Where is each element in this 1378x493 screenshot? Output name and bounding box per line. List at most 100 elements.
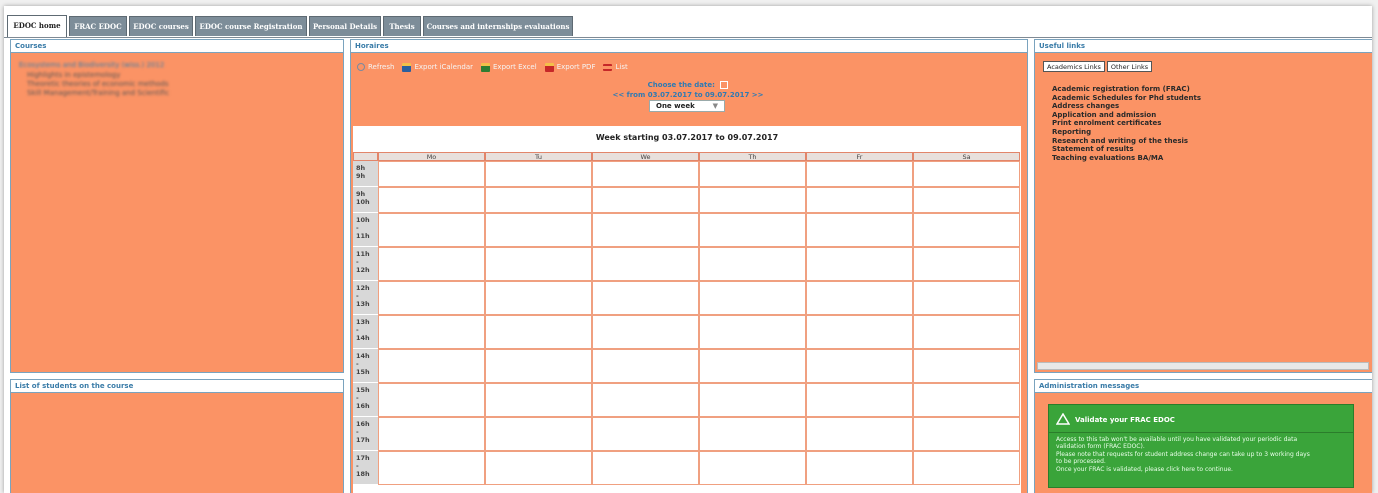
- course-item[interactable]: Skill Management/Training and Scientific: [27, 89, 343, 97]
- useful-link[interactable]: Reporting: [1052, 128, 1372, 137]
- calendar-cell[interactable]: [806, 451, 913, 485]
- calendar-cell[interactable]: [913, 349, 1020, 383]
- calendar-cell[interactable]: [806, 247, 913, 281]
- calendar-cell[interactable]: [485, 213, 592, 247]
- calendar-cell[interactable]: [913, 213, 1020, 247]
- useful-link[interactable]: Academic registration form (FRAC): [1052, 85, 1372, 94]
- calendar-cell[interactable]: [378, 247, 485, 281]
- calendar-cell[interactable]: [592, 247, 699, 281]
- calendar-cell[interactable]: [806, 161, 913, 187]
- calendar-cell[interactable]: [699, 349, 806, 383]
- continue-link[interactable]: Once your FRAC is validated, please clic…: [1056, 466, 1347, 473]
- tab-personal-details[interactable]: Personal Details: [309, 16, 381, 36]
- period-select[interactable]: One week ▼: [649, 100, 725, 112]
- useful-link[interactable]: Address changes: [1052, 102, 1372, 111]
- calendar-cell[interactable]: [592, 315, 699, 349]
- refresh-button[interactable]: Refresh: [357, 60, 394, 74]
- day-header: Sa: [913, 152, 1020, 161]
- calendar-cell[interactable]: [485, 315, 592, 349]
- tab-academics-links[interactable]: Academics Links: [1043, 61, 1105, 72]
- tab-edoc-home[interactable]: EDOC home: [7, 15, 67, 37]
- useful-links-title: Useful links: [1035, 40, 1372, 53]
- date-range-nav[interactable]: << from 03.07.2017 to 09.07.2017 >>: [351, 91, 1025, 99]
- calendar-cell[interactable]: [378, 187, 485, 213]
- calendar-cell[interactable]: [485, 161, 592, 187]
- calendar-cell[interactable]: [699, 247, 806, 281]
- calendar-cell[interactable]: [485, 451, 592, 485]
- calendar-cell[interactable]: [485, 247, 592, 281]
- calendar-cell[interactable]: [592, 161, 699, 187]
- horizontal-scrollbar[interactable]: [1037, 362, 1369, 370]
- hour-label: 10h -11h: [353, 213, 378, 247]
- calendar-cell[interactable]: [806, 187, 913, 213]
- tab-frac-edoc[interactable]: FRAC EDOC: [69, 16, 127, 36]
- links-subtabs: Academics Links Other Links: [1043, 61, 1153, 72]
- choose-date-label[interactable]: Choose the date:: [351, 81, 1025, 89]
- calendar-cell[interactable]: [592, 281, 699, 315]
- list-button[interactable]: List: [603, 60, 628, 74]
- calendar-cell[interactable]: [592, 451, 699, 485]
- calendar-cell[interactable]: [485, 417, 592, 451]
- tab-thesis[interactable]: Thesis: [383, 16, 421, 36]
- calendar-cell[interactable]: [592, 187, 699, 213]
- calendar-cell[interactable]: [592, 417, 699, 451]
- export-pdf-button[interactable]: Export PDF: [544, 60, 595, 74]
- calendar-cell[interactable]: [378, 349, 485, 383]
- useful-link[interactable]: Print enrolment certificates: [1052, 119, 1372, 128]
- chevron-down-icon: ▼: [712, 102, 718, 110]
- calendar-cell[interactable]: [699, 315, 806, 349]
- calendar-cell[interactable]: [592, 213, 699, 247]
- tab-other-links[interactable]: Other Links: [1106, 61, 1153, 72]
- edoc-window: EDOC home FRAC EDOC EDOC courses EDOC co…: [4, 6, 1372, 493]
- course-item[interactable]: Theoretic theories of economic methods: [27, 80, 343, 88]
- calendar-cell[interactable]: [913, 161, 1020, 187]
- useful-link[interactable]: Teaching evaluations BA/MA: [1052, 154, 1372, 163]
- course-program-link[interactable]: Ecosystems and Biodiversity (wiss.) 2012: [19, 61, 343, 69]
- calendar-cell[interactable]: [806, 315, 913, 349]
- calendar-cell[interactable]: [699, 187, 806, 213]
- calendar-cell[interactable]: [699, 213, 806, 247]
- validate-frac-notice[interactable]: Validate your FRAC EDOC Access to this t…: [1048, 404, 1354, 488]
- export-icalendar-button[interactable]: Export iCalendar: [402, 60, 473, 74]
- calendar-cell[interactable]: [699, 383, 806, 417]
- calendar-cell[interactable]: [806, 417, 913, 451]
- calendar-cell[interactable]: [806, 383, 913, 417]
- calendar-cell[interactable]: [913, 315, 1020, 349]
- calendar-cell[interactable]: [913, 451, 1020, 485]
- calendar-cell[interactable]: [913, 281, 1020, 315]
- calendar-cell[interactable]: [485, 187, 592, 213]
- calendar-cell[interactable]: [485, 281, 592, 315]
- calendar-cell[interactable]: [592, 349, 699, 383]
- calendar-cell[interactable]: [485, 383, 592, 417]
- calendar-cell[interactable]: [913, 247, 1020, 281]
- tab-edoc-course-registration[interactable]: EDOC course Registration: [195, 16, 307, 36]
- calendar-cell[interactable]: [699, 161, 806, 187]
- calendar-cell[interactable]: [378, 213, 485, 247]
- tab-courses-evaluations[interactable]: Courses and internships evaluations: [423, 16, 573, 36]
- export-excel-button[interactable]: Export Excel: [481, 60, 537, 74]
- calendar-cell[interactable]: [378, 417, 485, 451]
- course-item[interactable]: Highlights in epistemology: [27, 71, 343, 79]
- calendar-cell[interactable]: [699, 451, 806, 485]
- calendar-cell[interactable]: [913, 383, 1020, 417]
- calendar-picker-icon[interactable]: [720, 81, 729, 89]
- calendar-cell[interactable]: [378, 451, 485, 485]
- calendar-cell[interactable]: [699, 281, 806, 315]
- useful-link[interactable]: Statement of results: [1052, 145, 1372, 154]
- calendar-cell[interactable]: [913, 417, 1020, 451]
- calendar-cell[interactable]: [806, 349, 913, 383]
- calendar-cell[interactable]: [592, 383, 699, 417]
- calendar-cell[interactable]: [378, 383, 485, 417]
- calendar-cell[interactable]: [699, 417, 806, 451]
- useful-link[interactable]: Application and admission: [1052, 111, 1372, 120]
- tab-edoc-courses[interactable]: EDOC courses: [129, 16, 193, 36]
- calendar-cell[interactable]: [913, 187, 1020, 213]
- calendar-cell[interactable]: [485, 349, 592, 383]
- useful-link[interactable]: Academic Schedules for Phd students: [1052, 94, 1372, 103]
- useful-link[interactable]: Research and writing of the thesis: [1052, 137, 1372, 146]
- calendar-cell[interactable]: [378, 161, 485, 187]
- calendar-cell[interactable]: [806, 213, 913, 247]
- calendar-cell[interactable]: [378, 315, 485, 349]
- calendar-cell[interactable]: [378, 281, 485, 315]
- calendar-cell[interactable]: [806, 281, 913, 315]
